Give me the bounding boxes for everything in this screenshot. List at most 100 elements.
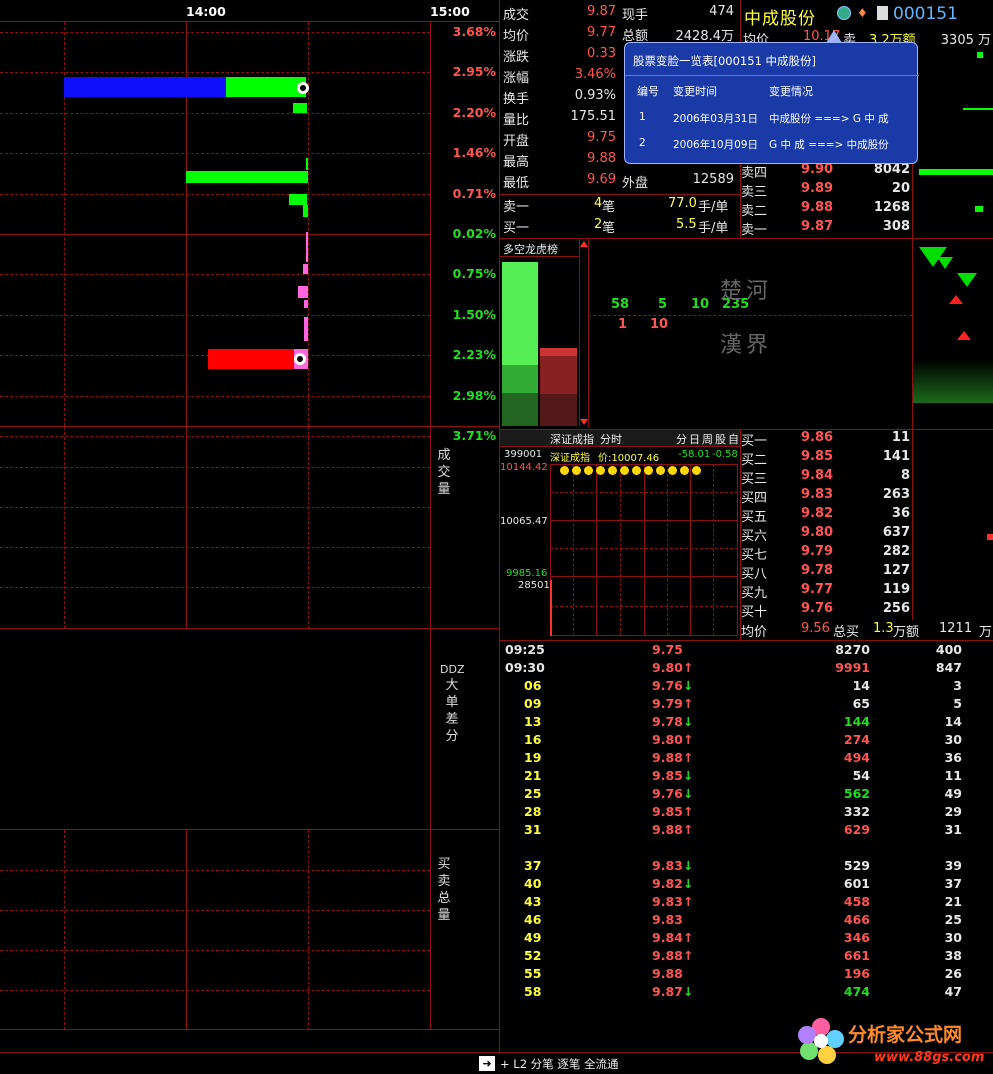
buysell-panel[interactable]: 买卖总量 [0,829,499,1030]
book-row[interactable]: 卖一 9.87 308 [741,219,912,238]
index-tab-week[interactable]: 周 [702,431,713,447]
flame-icon[interactable]: ♦ [857,6,868,20]
book-price: 9.78 [801,563,834,578]
index-tab-time[interactable]: 分时 [600,431,622,447]
up-arrow-icon: ↑ [683,894,694,909]
tick-price: 9.83 [652,912,683,927]
watermark-url: www.88gs.com [874,1050,985,1065]
tick-row[interactable]: 37 9.83 ↓ 529 39 [500,858,993,876]
book-volume: 141 [882,449,910,464]
tick-row[interactable]: 25 9.76 ↓ 562 49 [500,786,993,804]
index-tab-stock[interactable]: 股 [715,431,726,447]
book-label: 买三 [741,472,768,487]
book-row[interactable]: 买三 9.84 8 [741,468,912,487]
tick-row[interactable]: 46 9.83 466 25 [500,912,993,930]
book-row[interactable]: 卖四 9.90 8042 [741,162,912,181]
stock-change-popup[interactable]: 股票变脸一览表[000151 中成股份] 编号 变更时间 变更情况 1 2006… [624,42,919,164]
book-volume: 637 [882,525,910,540]
up-arrow-icon: ↑ [683,732,694,747]
book-label: 买十 [741,605,768,620]
tick-row[interactable]: 52 9.88 ↑ 661 38 [500,948,993,966]
quote-value: 3.46% [574,67,616,82]
mini-chart-arrows[interactable] [912,239,993,429]
buysell-label: 买卖总量 [437,857,451,923]
mini-chart-bid[interactable] [912,430,993,620]
tick-row[interactable]: 28 9.85 ↑ 332 29 [500,804,993,822]
popup-row1-change: 中成股份 ===> G 中 成 [769,113,889,125]
tick-time: 58 [524,984,542,999]
buy1-avg: 5.5 [676,217,697,232]
index-tab-custom[interactable]: 自 [728,431,739,447]
book-row[interactable]: 买二 9.85 141 [741,449,912,468]
index-tab-min[interactable]: 分 [676,431,687,447]
book-row[interactable]: 买五 9.82 36 [741,506,912,525]
tick-row[interactable]: 21 9.85 ↓ 54 11 [500,768,993,786]
tick-row[interactable]: 06 9.76 ↓ 14 3 [500,678,993,696]
pct-label: 0.71% [452,185,496,201]
tick-count: 49 [944,786,962,801]
book-label: 买一 [741,434,768,449]
long-bar-dark [502,393,538,426]
mini-chart-top[interactable] [912,48,993,238]
down-arrow-icon: ↓ [683,858,694,873]
green-bar-top [226,77,306,97]
tick-row[interactable]: 13 9.78 ↓ 144 14 [500,714,993,732]
expand-arrow-icon[interactable]: ➜ [479,1056,495,1071]
book-row[interactable]: 买九 9.77 119 [741,582,912,601]
book-price: 9.88 [801,200,834,215]
book-row[interactable]: 卖二 9.88 1268 [741,200,912,219]
tick-row[interactable]: 09:25 9.75 8270 400 [500,642,993,660]
book-row[interactable]: 买四 9.83 263 [741,487,912,506]
now-hand-label: 现手 [622,8,649,23]
volume-panel[interactable]: 成交量 [0,426,499,629]
tick-time: 31 [524,822,542,837]
index-chart[interactable]: 深证成指 分时 分 日 周 股 自 399001 深证成指 价:10007.46… [500,430,740,640]
tick-time: 46 [524,912,542,927]
tick-price: 9.76 [652,678,683,693]
tick-row[interactable]: 31 9.88 ↑ 629 31 [500,822,993,840]
tick-row[interactable]: 16 9.80 ↑ 274 30 [500,732,993,750]
longshort-panel[interactable]: 多空龙虎榜 58 5 10 235 1 10 楚河 漢界 [500,239,912,429]
longshort-scroll-down-icon[interactable] [580,419,588,425]
book-row[interactable]: 买六 9.80 637 [741,525,912,544]
bottom-bar-text[interactable]: + L2 分笔 逐笔 全流通 [500,1056,618,1072]
book-row[interactable]: 买八 9.78 127 [741,563,912,582]
index-tab-day[interactable]: 日 [689,431,700,447]
tick-row[interactable]: 19 9.88 ↑ 494 36 [500,750,993,768]
document-icon[interactable] [877,6,888,20]
tick-count: 26 [944,966,962,981]
popup-title: 股票变脸一览表[000151 中成股份] [633,54,817,68]
green-tick-3 [289,194,307,205]
flower-logo-icon [798,1018,844,1064]
tick-row[interactable]: 43 9.83 ↑ 458 21 [500,894,993,912]
tick-volume: 466 [843,912,870,927]
stock-header[interactable]: 中成股份 ♦ 000151 [741,0,993,29]
sell1-avg: 77.0 [668,196,697,211]
tick-volume: 9991 [835,660,870,675]
longshort-scroll-up-icon[interactable] [580,241,588,247]
tick-count: 25 [944,912,962,927]
down-arrow-icon: ↓ [683,876,694,891]
globe-icon[interactable] [837,6,851,20]
tick-row[interactable]: 58 9.87 ↓ 474 47 [500,984,993,1002]
sun-marker-icon [560,466,569,475]
tick-row[interactable]: 49 9.84 ↑ 346 30 [500,930,993,948]
up-arrow-icon: ↑ [683,930,694,945]
tick-time: 25 [524,786,542,801]
tick-row[interactable]: 55 9.88 196 26 [500,966,993,984]
tick-row[interactable]: 09 9.79 ↑ 65 5 [500,696,993,714]
tick-row[interactable]: 40 9.82 ↓ 601 37 [500,876,993,894]
book-row[interactable]: 买十 9.76 256 [741,601,912,620]
watermark-name: 分析家公式网 [848,1024,963,1046]
book-volume: 119 [882,582,910,597]
ddz-panel[interactable]: DDZ 大单差分 [0,628,499,830]
book-row[interactable]: 买七 9.79 282 [741,544,912,563]
book-row[interactable]: 卖三 9.89 20 [741,181,912,200]
book-row[interactable]: 买一 9.86 11 [741,430,912,449]
price-chart[interactable]: 3.68% 2.95% 2.20% 1.46% 0.71% 0.02% 0.75% 1.50%… [0,22,499,443]
pink-tick-2 [303,264,308,274]
tick-list[interactable]: 09:25 9.75 8270 400 09:30 9.80 ↑ 9991 847 06 9.76 ↓… [500,641,993,1051]
tick-row[interactable]: 09:30 9.80 ↑ 9991 847 [500,660,993,678]
tick-time: 21 [524,768,542,783]
short-bar-top [540,348,577,356]
